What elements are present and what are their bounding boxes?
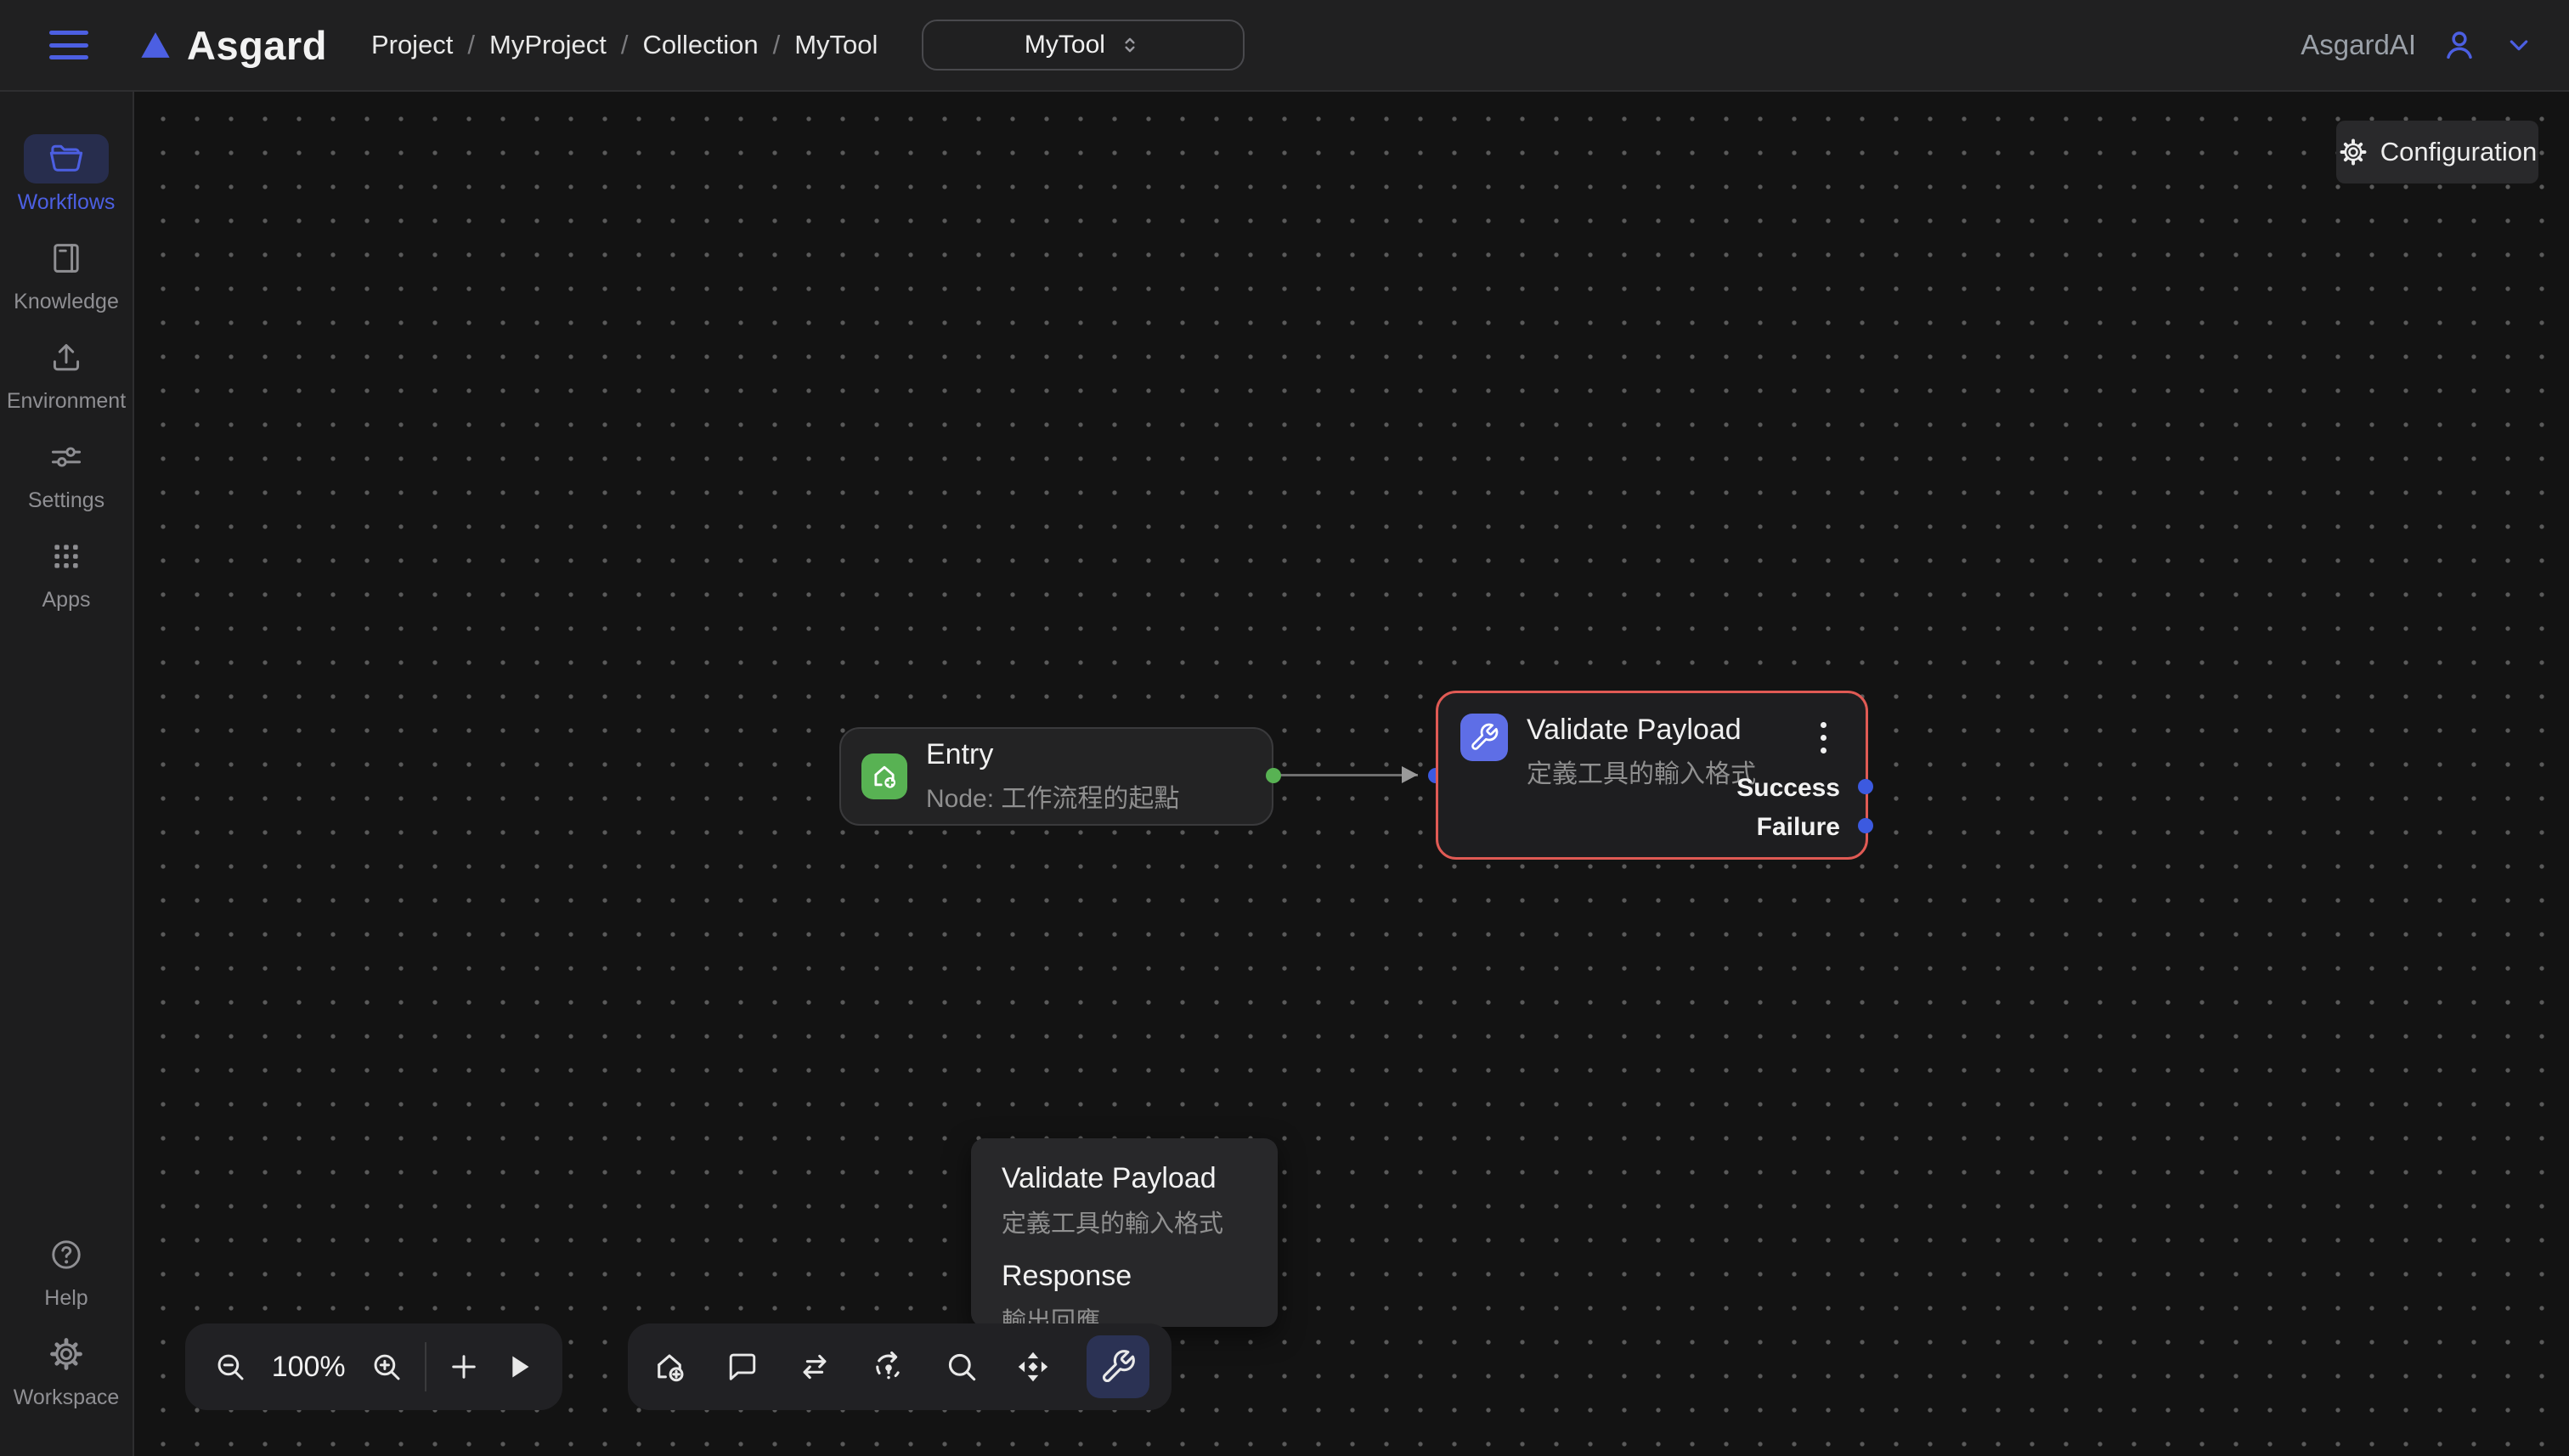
output-label-success: Success [1736, 774, 1840, 803]
header-right: AsgardAI [2301, 25, 2535, 65]
sliders-icon [24, 432, 109, 482]
validate-success-port[interactable] [1858, 779, 1873, 794]
node-subtitle: Node: 工作流程的起點 [926, 777, 1179, 815]
tools-toolbar [628, 1323, 1172, 1410]
breadcrumb-separator: / [759, 30, 795, 60]
zoom-toolbar: 100% [185, 1323, 562, 1410]
output-label-failure: Failure [1757, 813, 1840, 842]
popup-item-validate-payload[interactable]: Validate Payload 定義工具的輸入格式 [1002, 1162, 1247, 1239]
zoom-in-icon[interactable] [369, 1349, 404, 1385]
sidebar: Workflows Knowledge Environment [0, 92, 134, 1456]
user-avatar-icon[interactable] [2440, 25, 2479, 65]
app-window: Asgard Project / MyProject / Collection … [0, 0, 2569, 1456]
node-validate-payload[interactable]: Validate Payload 定義工具的輸入格式 Success Failu… [1436, 691, 1868, 860]
tool-popup-menu: Validate Payload 定義工具的輸入格式 Response 輸出回應 [971, 1138, 1278, 1327]
sidebar-item-label: Knowledge [14, 290, 119, 314]
breadcrumb: Project / MyProject / Collection / MyToo… [371, 30, 878, 60]
sidebar-item-knowledge[interactable]: Knowledge [14, 234, 119, 314]
node-title: Validate Payload [1527, 714, 1756, 747]
run-icon[interactable] [501, 1350, 535, 1384]
sidebar-item-workspace[interactable]: Workspace [14, 1329, 120, 1410]
sidebar-item-help[interactable]: Help [24, 1230, 109, 1311]
zoom-out-icon[interactable] [212, 1349, 248, 1385]
sidebar-item-workflows[interactable]: Workflows [18, 134, 116, 215]
triangle-logo-icon [138, 27, 173, 63]
upload-icon [24, 333, 109, 382]
tool-select-dropdown[interactable]: MyTool [922, 20, 1245, 71]
fit-view-icon[interactable] [1014, 1348, 1052, 1385]
sidebar-item-label: Workflows [18, 190, 116, 215]
breadcrumb-separator: / [607, 30, 643, 60]
node-entry[interactable]: Entry Node: 工作流程的起點 [839, 727, 1273, 826]
tools-active-pill [1087, 1335, 1149, 1398]
gear-icon [24, 1329, 109, 1379]
logo[interactable]: Asgard [138, 22, 327, 69]
configuration-button[interactable]: Configuration [2336, 121, 2538, 183]
account-chevron-down-icon[interactable] [2503, 29, 2535, 61]
zoom-level: 100% [268, 1351, 349, 1384]
breadcrumb-collection[interactable]: Collection [642, 30, 758, 60]
book-icon [24, 234, 109, 283]
edge-entry-to-validate [1273, 774, 1418, 776]
tools-icon[interactable] [1099, 1348, 1137, 1385]
sidebar-item-label: Environment [7, 389, 126, 414]
entry-output-port[interactable] [1266, 768, 1281, 783]
node-validate-text: Validate Payload 定義工具的輸入格式 [1527, 714, 1756, 790]
user-label: AsgardAI [2301, 29, 2416, 61]
node-subtitle: 定義工具的輸入格式 [1527, 753, 1756, 790]
sidebar-item-apps[interactable]: Apps [24, 532, 109, 612]
breadcrumb-project[interactable]: Project [371, 30, 453, 60]
header: Asgard Project / MyProject / Collection … [0, 0, 2569, 92]
sidebar-item-label: Workspace [14, 1385, 120, 1410]
breadcrumb-myproject[interactable]: MyProject [489, 30, 607, 60]
sidebar-item-label: Apps [42, 588, 91, 612]
popup-item-subtitle: 定義工具的輸入格式 [1002, 1204, 1247, 1239]
gear-icon [2338, 137, 2369, 167]
comment-icon[interactable] [724, 1348, 761, 1385]
node-menu-kebab-icon[interactable] [1815, 717, 1832, 759]
logo-text: Asgard [187, 22, 327, 69]
help-circle-icon [24, 1230, 109, 1279]
edge-arrowhead-icon [1402, 766, 1418, 783]
sidebar-item-environment[interactable]: Environment [7, 333, 126, 414]
sidebar-item-label: Settings [28, 488, 104, 513]
house-plus-icon [861, 753, 907, 799]
validate-failure-port[interactable] [1858, 818, 1873, 833]
folder-open-icon [24, 134, 109, 183]
toolbar-divider [425, 1342, 426, 1391]
node-entry-text: Entry Node: 工作流程的起點 [926, 738, 1179, 815]
apps-grid-icon [24, 532, 109, 581]
search-icon[interactable] [943, 1348, 980, 1385]
wrench-icon [1460, 714, 1508, 761]
add-entry-icon[interactable] [650, 1347, 689, 1386]
popup-item-title: Response [1002, 1260, 1247, 1293]
chevron-updown-icon [1117, 32, 1143, 58]
tool-select-value: MyTool [1025, 31, 1105, 59]
rerun-icon[interactable] [869, 1347, 908, 1386]
popup-item-title: Validate Payload [1002, 1162, 1247, 1195]
node-title: Entry [926, 738, 1179, 771]
breadcrumb-mytool[interactable]: MyTool [794, 30, 878, 60]
sidebar-item-settings[interactable]: Settings [24, 432, 109, 513]
swap-connection-icon[interactable] [795, 1347, 834, 1386]
configuration-label: Configuration [2380, 137, 2537, 167]
workflow-canvas[interactable]: Configuration Entry Node: 工作流程的起點 [134, 92, 2569, 1456]
breadcrumb-separator: / [453, 30, 489, 60]
add-icon[interactable] [446, 1349, 482, 1385]
menu-icon[interactable] [49, 31, 88, 59]
sidebar-item-label: Help [44, 1286, 88, 1311]
